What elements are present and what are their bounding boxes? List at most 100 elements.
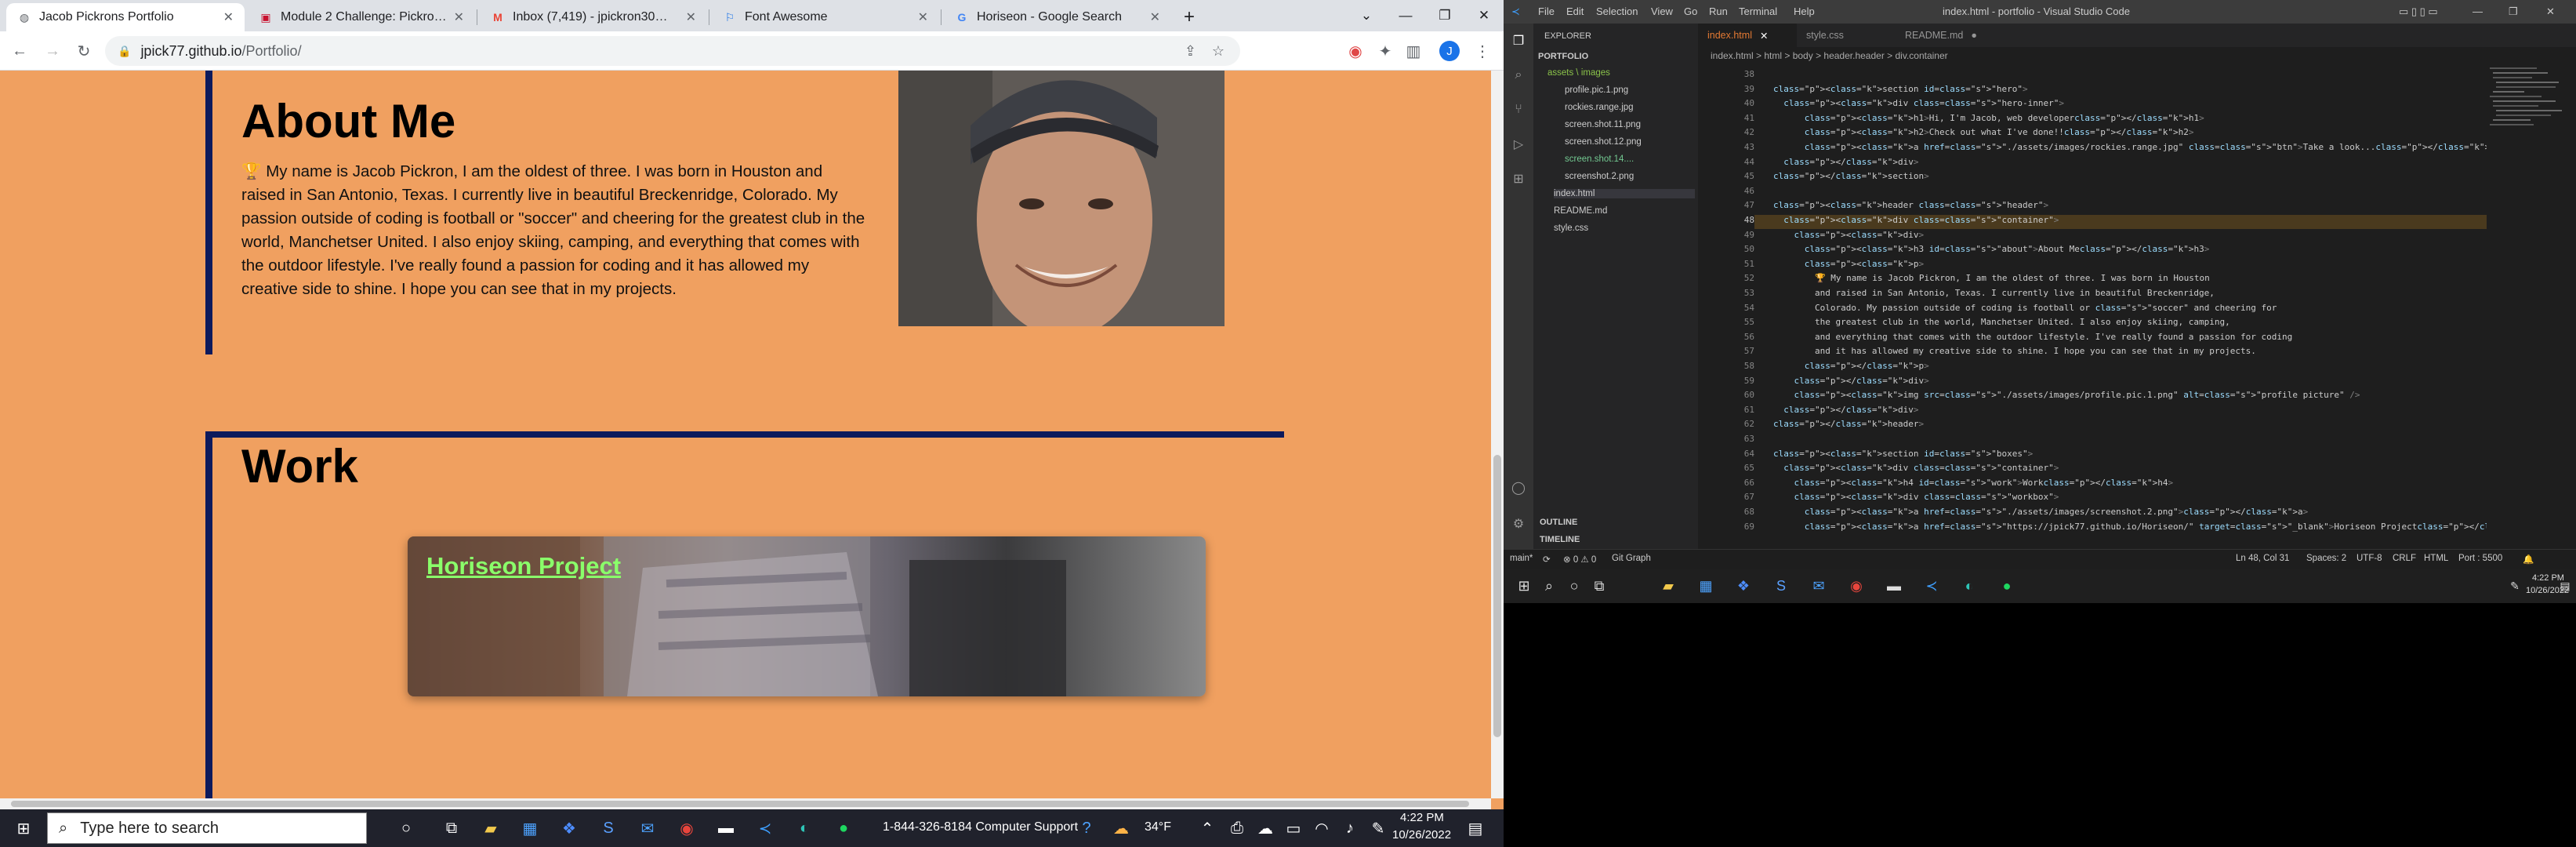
forward-icon[interactable]: →	[41, 39, 64, 63]
mail-icon[interactable]: ✉	[1808, 575, 1830, 597]
settings-gear-icon[interactable]: ⚙	[1509, 514, 1528, 533]
volume-icon[interactable]: ♪	[1337, 816, 1362, 841]
close-tab-icon[interactable]: ✕	[454, 9, 464, 25]
source-control-icon[interactable]: ⑂	[1509, 100, 1528, 119]
menu-help[interactable]: Help	[1794, 5, 1815, 17]
wifi-icon[interactable]: ◠	[1309, 816, 1334, 841]
edge-icon[interactable]: ◐	[1958, 575, 1980, 597]
folder-portfolio[interactable]: PORTFOLIO	[1538, 52, 1588, 61]
menu-go[interactable]: Go	[1684, 5, 1697, 17]
file-item[interactable]: screen.shot.11.png	[1565, 120, 1641, 129]
battery-icon[interactable]: ▭	[1281, 816, 1306, 841]
menu-edit[interactable]: Edit	[1566, 5, 1584, 17]
store-icon[interactable]: ▦	[517, 816, 542, 841]
code-line[interactable]: and it has allowed my creative side to s…	[1773, 346, 2256, 356]
layout-icon[interactable]: ▭ ▯ ▯ ▭	[2399, 5, 2438, 18]
dropbox-icon[interactable]: ❖	[557, 816, 582, 841]
close-tab-icon[interactable]: ✕	[1150, 9, 1160, 25]
code-line[interactable]: class="p"><class="k">h3 id=class="s">"ab…	[1773, 244, 2210, 254]
bookmark-star-icon[interactable]: ☆	[1212, 43, 1225, 60]
tab-module-challenge[interactable]: ▣ Module 2 Challenge: Pickron, Jac ✕	[248, 3, 475, 31]
clock-time[interactable]: 4:22 PM	[1400, 811, 1444, 824]
horiseon-project-link[interactable]: Horiseon Project	[426, 552, 621, 580]
close-tab-icon[interactable]: ✕	[223, 9, 234, 25]
code-line[interactable]: class="p"><class="k">a href=class="s">".…	[1773, 507, 2309, 517]
notifications-icon[interactable]: ▤	[2554, 575, 2576, 597]
extension-icon[interactable]: ◉	[1344, 39, 1367, 63]
git-graph-button[interactable]: Git Graph	[1612, 554, 1651, 563]
code-line[interactable]: class="p"><class="k">div class=class="s"…	[1773, 98, 2064, 108]
code-line[interactable]: class="p"><class="k">h2>Check out what I…	[1773, 127, 2194, 137]
horizontal-scroll-thumb[interactable]	[11, 801, 1469, 807]
terminal-icon[interactable]: ▬	[713, 816, 738, 841]
menu-view[interactable]: View	[1651, 5, 1673, 17]
vertical-scroll-thumb[interactable]	[1493, 455, 1501, 737]
close-window-icon[interactable]: ✕	[1464, 0, 1504, 31]
close-window-icon[interactable]: ✕	[2546, 5, 2555, 18]
menu-terminal[interactable]: Terminal	[1739, 5, 1777, 17]
code-line[interactable]: class="p"><class="k">div class=class="s"…	[1773, 463, 2059, 473]
code-line[interactable]: class="p"><class="k">a href=class="s">".…	[1773, 142, 2501, 152]
code-line[interactable]: class="p"><class="k">p>	[1773, 259, 1924, 269]
task-view-icon[interactable]: ⧉	[1588, 575, 1610, 597]
code-line[interactable]: class="p"><class="k">section id=class="s…	[1773, 84, 2028, 94]
tray-icon[interactable]: ⎙	[1225, 816, 1250, 841]
side-panel-icon[interactable]: ▥	[1402, 39, 1425, 63]
line-ending[interactable]: CRLF	[2393, 554, 2416, 563]
app-icon[interactable]: S	[1770, 575, 1792, 597]
search-icon[interactable]: ⌕	[1509, 66, 1528, 85]
language-mode[interactable]: HTML	[2424, 554, 2448, 563]
code-line[interactable]: class="p"></class="k">p>	[1773, 361, 1929, 371]
code-line[interactable]: class="p"><class="k">div class=class="s"…	[1773, 492, 2059, 502]
code-line[interactable]: class="p"><class="k">img src=class="s">"…	[1773, 390, 2360, 400]
editor-tab-index-html[interactable]: index.html ✕	[1698, 24, 1797, 47]
horizontal-scrollbar[interactable]	[0, 798, 1491, 809]
weather-temp[interactable]: 34°F	[1145, 820, 1171, 834]
problems-count[interactable]: ⊗ 0 ⚠ 0	[1563, 554, 1596, 565]
file-item[interactable]: screen.shot.14....	[1565, 154, 1634, 164]
store-icon[interactable]: ▦	[1695, 575, 1717, 597]
code-line[interactable]: class="p"><class="k">div class=class="s"…	[1773, 215, 2059, 225]
breadcrumb[interactable]: index.html > html > body > header.header…	[1698, 47, 2576, 64]
menu-file[interactable]: File	[1538, 5, 1555, 17]
live-server-port[interactable]: Port : 5500	[2458, 554, 2502, 563]
code-line[interactable]: class="p"></class="k">header>	[1773, 419, 1924, 429]
horiseon-project-card[interactable]: Horiseon Project	[408, 536, 1206, 696]
encoding[interactable]: UTF-8	[2356, 554, 2382, 563]
code-line[interactable]: and everything that comes with the outdo…	[1773, 332, 2292, 342]
edge-icon[interactable]: ◐	[792, 816, 817, 841]
code-line[interactable]: class="p"><class="k">header class=class=…	[1773, 200, 2048, 210]
indentation[interactable]: Spaces: 2	[2306, 554, 2346, 563]
editor-tab-style-css[interactable]: style.css	[1797, 24, 1896, 47]
close-tab-icon[interactable]: ✕	[1760, 30, 1768, 42]
menu-selection[interactable]: Selection	[1596, 5, 1638, 17]
chrome-icon[interactable]: ◉	[674, 816, 699, 841]
spotify-icon[interactable]: ●	[831, 816, 856, 841]
vscode-icon[interactable]: ≺	[753, 816, 778, 841]
pen-icon[interactable]: ✎	[2504, 575, 2526, 597]
restore-icon[interactable]: ❐	[1425, 0, 1464, 31]
code-line[interactable]: class="p"><class="k">a href=class="s">"h…	[1773, 522, 2542, 532]
outline-section[interactable]: OUTLINE	[1540, 518, 1577, 527]
file-explorer-icon[interactable]: ▰	[478, 816, 503, 841]
tab-search-icon[interactable]: ⌄	[1347, 0, 1386, 31]
taskbar-search-box[interactable]: ⌕ Type here to search	[47, 812, 367, 844]
tab-font-awesome[interactable]: ⚐ Font Awesome ✕	[712, 3, 939, 31]
code-line[interactable]: and raised in San Antonio, Texas. I curr…	[1773, 288, 2215, 298]
kebab-menu-icon[interactable]: ⋮	[1471, 39, 1494, 63]
bell-icon[interactable]: 🔔	[2523, 554, 2534, 565]
support-banner-text[interactable]: 1-844-326-8184 Computer Support	[883, 820, 1078, 834]
weather-icon[interactable]: ☁	[1108, 816, 1134, 841]
account-icon[interactable]: ◯	[1509, 478, 1528, 497]
windows-start-icon[interactable]: ⊞	[1513, 575, 1535, 597]
chevron-up-icon[interactable]: ⌃	[1195, 816, 1220, 841]
profile-avatar[interactable]: J	[1439, 41, 1460, 61]
code-line[interactable]: Colorado. My passion outside of coding i…	[1773, 303, 2277, 313]
file-item[interactable]: screen.shot.12.png	[1565, 137, 1642, 147]
file-explorer-icon[interactable]: ▰	[1657, 575, 1679, 597]
cursor-position[interactable]: Ln 48, Col 31	[2236, 554, 2289, 563]
cortana-icon[interactable]: ○	[394, 816, 419, 841]
code-line[interactable]: class="p"><class="k">h4 id=class="s">"wo…	[1773, 478, 2174, 488]
timeline-section[interactable]: TIMELINE	[1540, 535, 1580, 544]
back-icon[interactable]: ←	[8, 39, 31, 63]
